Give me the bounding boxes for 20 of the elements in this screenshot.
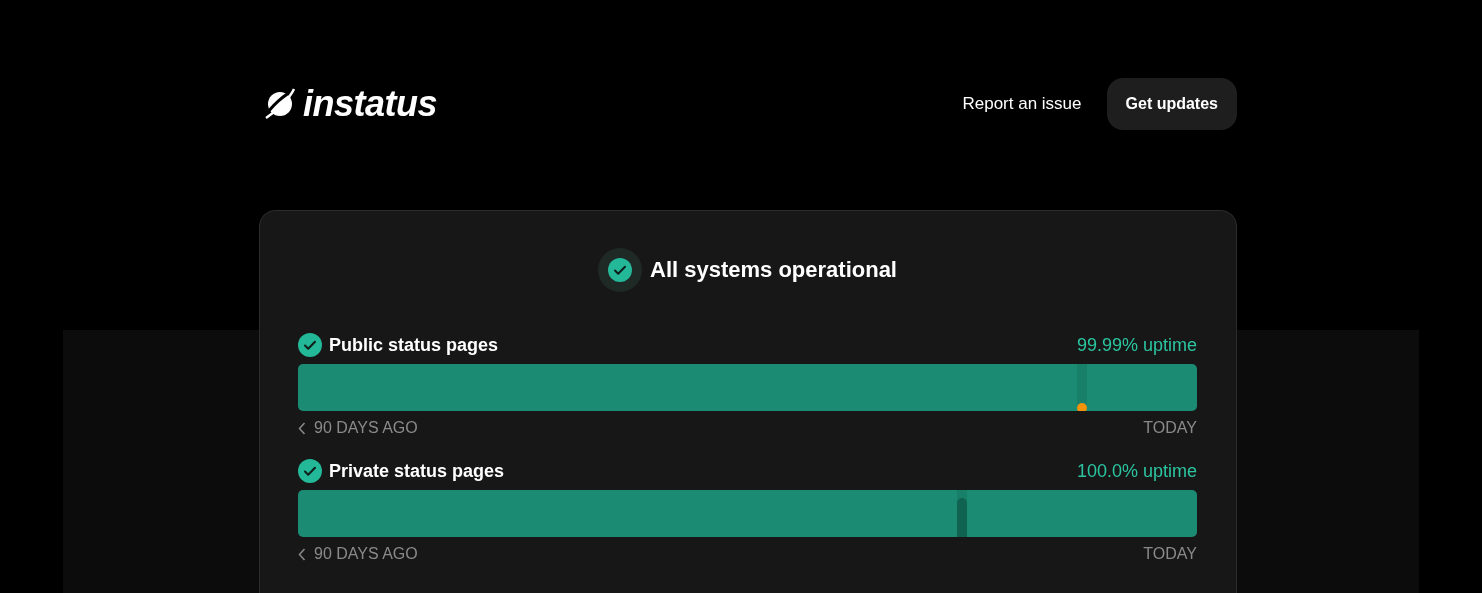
chevron-left-icon [298,547,306,561]
check-icon [298,459,322,483]
logo-text: instatus [303,83,438,125]
status-title: All systems operational [650,257,897,283]
incident-marker[interactable] [956,490,967,537]
end-label: TODAY [1143,545,1197,563]
start-label: 90 DAYS AGO [314,545,418,563]
check-icon [608,258,632,282]
planet-icon [263,86,297,122]
incident-marker[interactable] [1077,364,1088,411]
report-link[interactable]: Report an issue [962,94,1082,114]
check-icon [298,333,322,357]
end-label: TODAY [1143,419,1197,437]
component-name: Public status pages [329,334,499,356]
chevron-left-icon [298,421,306,435]
start-label: 90 DAYS AGO [314,419,418,437]
uptime-text: 99.99% uptime [1076,334,1197,356]
uptime-text: 100.0% uptime [1076,460,1197,482]
component-name: Private status pages [329,460,505,482]
get-updates-button[interactable]: Get updates [1106,78,1237,130]
